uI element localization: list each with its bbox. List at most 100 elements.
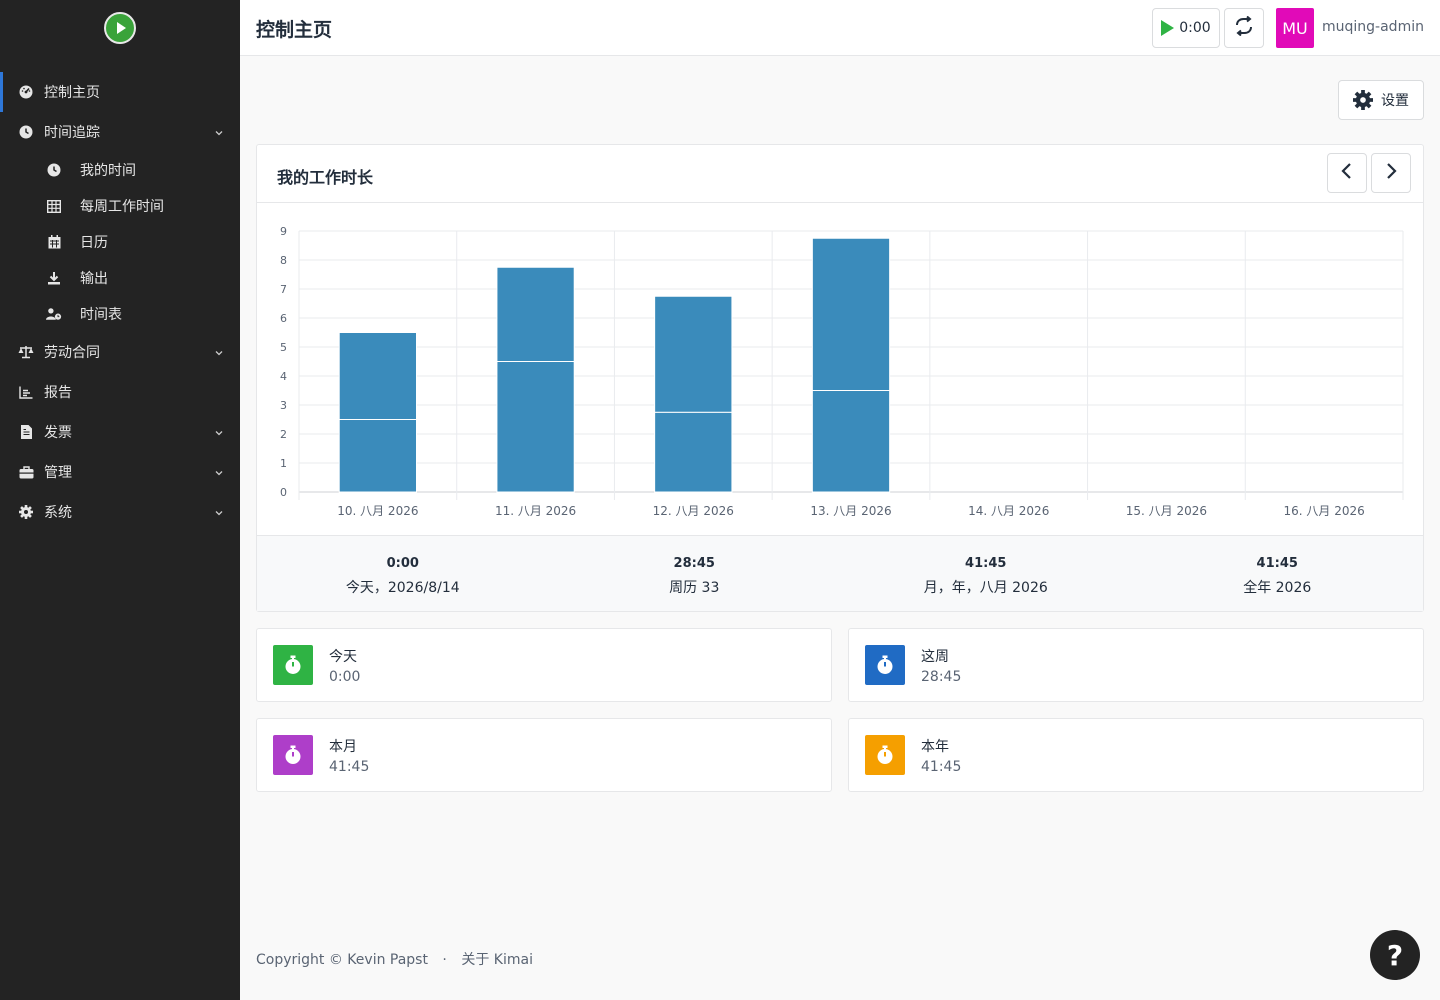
chevron-left-icon <box>1340 162 1354 184</box>
chart-summary: 0:00 今天，2026/8/14 28:45 周历 33 41:45 月，年，… <box>257 535 1423 611</box>
stat-value: 41:45 <box>329 758 370 775</box>
y-tick-label: 3 <box>280 399 287 412</box>
stat-label: 本月 <box>329 738 357 755</box>
sidebar-item-label: 劳动合同 <box>44 345 100 361</box>
settings-label: 设置 <box>1381 93 1409 109</box>
sidebar: 控制主页 时间追踪 我的时间 每周工作时间 日历 输出 时间表 劳动合同 报告 … <box>0 0 240 1000</box>
stat-value: 28:45 <box>921 668 962 685</box>
sidebar-item-admin[interactable]: 管理 <box>0 452 240 492</box>
chart-icon <box>18 384 34 400</box>
working-hours-chart: 0 1 2 3 4 5 6 7 8 9 10. 八月 2026 11. 八月 2026 12. 八月 2… <box>257 204 1423 534</box>
username[interactable]: muqing-admin <box>1322 19 1424 35</box>
clock-icon <box>46 162 62 178</box>
bar-chart-svg: 0 1 2 3 4 5 6 7 8 9 10. 八月 2026 11. 八月 2026 12. 八月 2… <box>280 225 1404 518</box>
summary-value: 0:00 <box>386 556 419 571</box>
sidebar-item-label: 发票 <box>44 425 72 441</box>
page-title: 控制主页 <box>256 19 333 41</box>
stat-label: 本年 <box>921 738 949 755</box>
stat-value: 0:00 <box>329 668 361 685</box>
bar-segment <box>811 237 891 391</box>
footer: Copyright © Kevin Papst · 关于 Kimai <box>256 949 533 969</box>
x-tick-label: 15. 八月 2026 <box>1126 504 1207 518</box>
sidebar-item-label: 日历 <box>80 235 108 251</box>
gear-icon <box>1353 90 1373 110</box>
dashboard-icon <box>18 84 34 100</box>
copyright-text: Copyright © Kevin Papst <box>256 952 428 968</box>
sidebar-item-my-times[interactable]: 我的时间 <box>0 152 240 188</box>
sidebar-item-time-tracking[interactable]: 时间追踪 <box>0 112 240 152</box>
stopwatch-icon <box>273 645 313 685</box>
summary-today: 0:00 今天，2026/8/14 <box>257 536 549 611</box>
next-week-button[interactable] <box>1371 153 1411 193</box>
stat-value: 41:45 <box>921 758 962 775</box>
calendar-icon <box>46 234 62 250</box>
kimai-logo-icon <box>104 12 136 44</box>
sidebar-item-label: 控制主页 <box>44 85 100 101</box>
summary-month: 41:45 月，年，八月 2026 <box>840 536 1132 611</box>
bar-segment <box>338 419 417 493</box>
x-tick-label: 13. 八月 2026 <box>810 504 891 518</box>
summary-value: 41:45 <box>1256 556 1298 571</box>
chevron-down-icon <box>214 466 224 482</box>
sidebar-item-label: 管理 <box>44 465 72 481</box>
chart-title: 我的工作时长 <box>277 168 374 187</box>
working-hours-card: 我的工作时长 0 1 2 3 4 5 6 7 8 9 10. 八月 2026 11. 八月 2026 1… <box>256 144 1424 612</box>
stopwatch-icon <box>865 735 905 775</box>
toolbox-icon <box>18 464 34 480</box>
y-tick-label: 0 <box>280 486 287 499</box>
y-tick-label: 8 <box>280 254 287 267</box>
about-link[interactable]: 关于 Kimai <box>461 952 533 968</box>
invoice-icon <box>18 424 34 440</box>
summary-value: 28:45 <box>673 556 715 571</box>
sidebar-item-dashboard[interactable]: 控制主页 <box>0 72 240 112</box>
footer-separator: · <box>442 952 447 968</box>
logo[interactable] <box>0 0 240 56</box>
chevron-down-icon <box>214 426 224 442</box>
settings-button[interactable]: 设置 <box>1338 80 1424 120</box>
sidebar-item-timesheet[interactable]: 时间表 <box>0 296 240 332</box>
stopwatch-icon <box>865 645 905 685</box>
sidebar-item-label: 报告 <box>44 385 72 401</box>
chart-header: 我的工作时长 <box>257 145 1423 203</box>
sidebar-item-label: 输出 <box>80 271 108 287</box>
previous-week-button[interactable] <box>1327 153 1367 193</box>
restart-button[interactable] <box>1224 8 1264 48</box>
bar-segment <box>654 295 733 413</box>
y-tick-label: 2 <box>280 428 287 441</box>
summary-label: 今天，2026/8/14 <box>345 580 460 596</box>
y-tick-label: 6 <box>280 312 287 325</box>
stopwatch-icon <box>273 735 313 775</box>
clock-icon <box>18 124 34 140</box>
x-tick-label: 11. 八月 2026 <box>495 504 576 518</box>
help-button[interactable]: ? <box>1370 930 1420 980</box>
download-icon <box>46 270 62 286</box>
sidebar-item-reports[interactable]: 报告 <box>0 372 240 412</box>
sidebar-item-label: 系统 <box>44 505 72 521</box>
sidebar-item-calendar[interactable]: 日历 <box>0 224 240 260</box>
sidebar-item-contracts[interactable]: 劳动合同 <box>0 332 240 372</box>
gear-icon <box>18 504 34 520</box>
chevron-down-icon <box>214 506 224 522</box>
sidebar-item-weekly-hours[interactable]: 每周工作时间 <box>0 188 240 224</box>
stat-card-today: 今天 0:00 <box>256 628 832 702</box>
avatar[interactable]: MU <box>1276 8 1314 48</box>
y-tick-label: 7 <box>280 283 287 296</box>
y-tick-label: 4 <box>280 370 287 383</box>
summary-label: 周历 33 <box>669 580 720 596</box>
summary-week: 28:45 周历 33 <box>549 536 841 611</box>
sidebar-item-export[interactable]: 输出 <box>0 260 240 296</box>
stat-label: 这周 <box>921 648 949 665</box>
chevron-right-icon <box>1384 162 1398 184</box>
balance-icon <box>18 344 34 360</box>
sidebar-item-invoices[interactable]: 发票 <box>0 412 240 452</box>
question-icon: ? <box>1386 938 1404 972</box>
bar-segment <box>654 411 733 493</box>
stat-card-year: 本年 41:45 <box>848 718 1424 792</box>
sidebar-item-label: 时间追踪 <box>44 125 100 141</box>
summary-year: 41:45 全年 2026 <box>1132 536 1424 611</box>
bar-segment <box>338 332 417 420</box>
stat-card-month: 本月 41:45 <box>256 718 832 792</box>
summary-label: 月，年，八月 2026 <box>923 580 1048 596</box>
start-timer-button[interactable]: 0:00 <box>1152 8 1220 48</box>
sidebar-item-system[interactable]: 系统 <box>0 492 240 532</box>
